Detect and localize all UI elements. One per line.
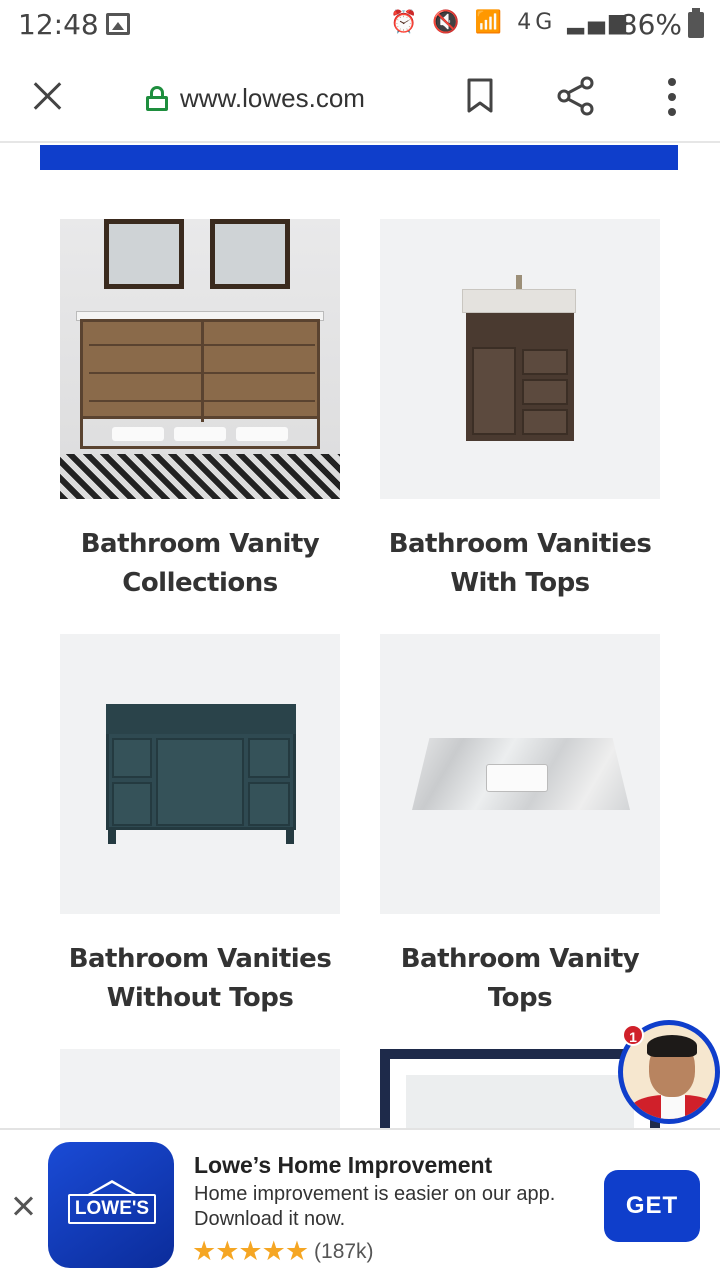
close-icon[interactable]: [30, 78, 66, 114]
product-title-line[interactable]: Without Tops: [60, 979, 340, 1018]
product-card-vanity-tops[interactable]: Bathroom Vanity Tops: [380, 634, 660, 1018]
battery-icon: [688, 8, 704, 38]
product-title[interactable]: Bathroom Vanities Without Tops: [60, 940, 340, 1018]
image-notification-icon: [106, 13, 130, 35]
status-indicators: ⏰ 🔇 📶 4G ▂▄▆: [390, 10, 630, 35]
product-title-line[interactable]: Bathroom Vanity: [60, 525, 340, 564]
lock-icon: [146, 86, 168, 111]
bookmark-icon[interactable]: [466, 78, 494, 114]
product-card-partial[interactable]: [60, 1049, 340, 1139]
url-text[interactable]: www.lowes.com: [180, 83, 365, 114]
lowes-logo: LOWE'S: [68, 1194, 156, 1224]
product-image[interactable]: [60, 219, 340, 499]
product-title[interactable]: Bathroom Vanity Collections: [60, 525, 340, 603]
battery-percent: 86%: [619, 8, 682, 41]
product-title[interactable]: Bathroom Vanity Tops: [380, 940, 660, 1018]
address-bar[interactable]: www.lowes.com: [146, 78, 365, 118]
chat-notification-badge[interactable]: 1: [622, 1024, 644, 1046]
share-icon[interactable]: [556, 76, 596, 116]
app-description: Home improvement is easier on our app. D…: [194, 1183, 556, 1230]
product-image[interactable]: [380, 219, 660, 499]
app-name: Lowe’s Home Improvement: [194, 1152, 493, 1178]
logo-roof-shape: [88, 1180, 136, 1194]
get-app-button[interactable]: GET: [604, 1170, 700, 1242]
product-title-line[interactable]: Collections: [60, 564, 340, 603]
product-image[interactable]: [380, 634, 660, 914]
app-install-banner: LOWE'S Lowe’s Home Improvement Home impr…: [0, 1128, 720, 1280]
status-time: 12:48: [18, 8, 99, 41]
star-rating-icon: ★★★★★: [192, 1236, 309, 1267]
product-card-vanities-without-tops[interactable]: Bathroom Vanities Without Tops: [60, 634, 340, 1018]
more-vert-icon[interactable]: [664, 78, 680, 116]
app-icon[interactable]: LOWE'S: [48, 1142, 174, 1268]
product-card-vanities-with-tops[interactable]: Bathroom Vanities With Tops: [380, 219, 660, 603]
close-icon[interactable]: [12, 1194, 36, 1218]
status-bar: 12:48 ⏰ 🔇 📶 4G ▂▄▆ 86%: [0, 0, 720, 50]
product-image[interactable]: [60, 634, 340, 914]
app-rating: ★★★★★ (187k): [192, 1236, 374, 1267]
product-title-line[interactable]: With Tops: [380, 564, 660, 603]
product-card-vanity-collections[interactable]: Bathroom Vanity Collections: [60, 219, 340, 603]
product-title-line[interactable]: Bathroom Vanity Tops: [380, 940, 660, 1018]
product-title-line[interactable]: Bathroom Vanities: [60, 940, 340, 979]
promo-banner[interactable]: [40, 145, 678, 170]
rating-count: (187k): [314, 1239, 374, 1263]
product-title-line[interactable]: Bathroom Vanities: [380, 525, 660, 564]
browser-toolbar: www.lowes.com: [0, 50, 720, 143]
product-title[interactable]: Bathroom Vanities With Tops: [380, 525, 660, 603]
